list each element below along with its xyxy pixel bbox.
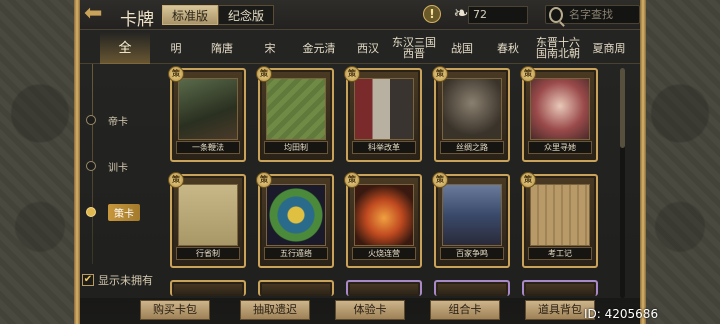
search-input[interactable] bbox=[569, 6, 639, 23]
scrollbar-thumb[interactable] bbox=[620, 68, 625, 148]
tab-standard-edition[interactable]: 标准版 bbox=[162, 5, 219, 25]
trial-card-button[interactable]: 体验卡 bbox=[335, 300, 405, 320]
right-ornament-panel bbox=[640, 0, 720, 324]
card-grid: 策 一条鞭法 策 均田制 策 科举改革 策 丝绸之路 策 众里寻她 策 行省制 bbox=[168, 66, 620, 298]
card-item[interactable] bbox=[346, 280, 422, 296]
card-name: 行省制 bbox=[176, 247, 240, 260]
card-badge-icon: 策 bbox=[520, 172, 536, 188]
search-box[interactable] bbox=[545, 5, 640, 24]
card-item[interactable]: 策 五行遁络 bbox=[256, 172, 334, 268]
category-emperor[interactable]: 帝卡 bbox=[86, 110, 156, 130]
era-tabs: 全 明 隋唐 宋 金元清 西汉 东汉三国 西晋 战国 春秋 东晋十六 国南北朝 … bbox=[80, 32, 640, 64]
card-badge-icon: 策 bbox=[432, 172, 448, 188]
card-name: 众里寻她 bbox=[528, 141, 592, 154]
scrollbar[interactable] bbox=[620, 68, 625, 298]
tab-era-jinyuanqing[interactable]: 金元清 bbox=[294, 32, 344, 64]
tab-era-suitang[interactable]: 隋唐 bbox=[200, 32, 244, 64]
card-name: 火烧连营 bbox=[352, 247, 416, 260]
card-badge-icon: 策 bbox=[520, 66, 536, 82]
card-art bbox=[266, 78, 326, 140]
back-arrow-icon[interactable]: ⬅ bbox=[84, 3, 114, 25]
show-unowned-toggle[interactable]: ✔ 显示未拥有 bbox=[82, 272, 153, 288]
card-name: 均田制 bbox=[264, 141, 328, 154]
tab-era-song[interactable]: 宋 bbox=[254, 32, 286, 64]
card-art bbox=[442, 184, 502, 246]
tab-era-xihan[interactable]: 西汉 bbox=[348, 32, 388, 64]
card-name: 考工记 bbox=[528, 247, 592, 260]
card-art bbox=[442, 78, 502, 140]
category-label: 策卡 bbox=[108, 203, 140, 221]
category-dot bbox=[86, 115, 96, 125]
edition-tabs: 标准版 纪念版 bbox=[162, 5, 275, 25]
checkbox-checked[interactable]: ✔ bbox=[82, 274, 94, 286]
card-name: 丝绸之路 bbox=[440, 141, 504, 154]
search-icon[interactable] bbox=[549, 6, 563, 23]
card-art bbox=[354, 184, 414, 246]
card-art bbox=[178, 184, 238, 246]
right-frame-border bbox=[640, 0, 646, 324]
card-name: 百家争鸣 bbox=[440, 247, 504, 260]
draw-button[interactable]: 抽取遗迟 bbox=[240, 300, 310, 320]
card-item[interactable] bbox=[522, 280, 598, 296]
card-badge-icon: 策 bbox=[432, 66, 448, 82]
tab-commemorative-edition[interactable]: 纪念版 bbox=[218, 5, 275, 25]
category-label: 帝卡 bbox=[108, 116, 128, 128]
card-item[interactable] bbox=[434, 280, 510, 296]
card-art bbox=[266, 184, 326, 246]
card-art bbox=[178, 78, 238, 140]
category-label: 训卡 bbox=[108, 162, 128, 174]
buy-pack-button[interactable]: 购买卡包 bbox=[140, 300, 210, 320]
top-bar: ⬅ 卡牌 标准版 纪念版 ! ❧ 72 bbox=[80, 0, 640, 30]
card-badge-icon: 策 bbox=[344, 66, 360, 82]
bottom-action-bar: 购买卡包 抽取遗迟 体验卡 组合卡 道具背包 bbox=[80, 298, 640, 324]
tab-era-all[interactable]: 全 bbox=[100, 32, 150, 64]
tab-era-ming[interactable]: 明 bbox=[158, 32, 194, 64]
user-id-label: ID: 4205686 bbox=[584, 307, 659, 321]
tab-era-xiashangzhou[interactable]: 夏商周 bbox=[586, 32, 632, 64]
card-item[interactable]: 策 科举改革 bbox=[344, 66, 422, 162]
card-item[interactable]: 策 百家争鸣 bbox=[432, 172, 510, 268]
tab-era-donghan[interactable]: 东汉三国 西晋 bbox=[390, 32, 438, 64]
card-badge-icon: 策 bbox=[168, 66, 184, 82]
card-badge-icon: 策 bbox=[168, 172, 184, 188]
page-title: 卡牌 bbox=[120, 10, 154, 30]
card-item[interactable]: 策 均田制 bbox=[256, 66, 334, 162]
tab-era-zhanguo[interactable]: 战国 bbox=[442, 32, 482, 64]
card-art bbox=[530, 184, 590, 246]
combo-card-button[interactable]: 组合卡 bbox=[430, 300, 500, 320]
card-item[interactable]: 策 众里寻她 bbox=[520, 66, 598, 162]
card-name: 一条鞭法 bbox=[176, 141, 240, 154]
card-art bbox=[354, 78, 414, 140]
tab-era-dongjin[interactable]: 东晋十六 国南北朝 bbox=[532, 32, 584, 64]
card-badge-icon: 策 bbox=[256, 172, 272, 188]
card-badge-icon: 策 bbox=[256, 66, 272, 82]
warning-icon[interactable]: ! bbox=[423, 5, 441, 23]
category-list: 帝卡 训卡 策卡 ✔ 显示未拥有 bbox=[80, 64, 160, 324]
card-item[interactable]: 策 一条鞭法 bbox=[168, 66, 246, 162]
card-item[interactable]: 策 火烧连营 bbox=[344, 172, 422, 268]
tab-era-chunqiu[interactable]: 春秋 bbox=[488, 32, 528, 64]
category-training[interactable]: 训卡 bbox=[86, 156, 156, 176]
card-art bbox=[530, 78, 590, 140]
main-panel: ⬅ 卡牌 标准版 纪念版 ! ❧ 72 全 明 隋唐 宋 金元清 西汉 东汉三国… bbox=[80, 0, 640, 324]
category-dot bbox=[86, 207, 96, 217]
card-name: 五行遁络 bbox=[264, 247, 328, 260]
card-name: 科举改革 bbox=[352, 141, 416, 154]
card-count: 72 bbox=[468, 6, 528, 24]
card-item[interactable] bbox=[170, 280, 246, 296]
card-item[interactable]: 策 行省制 bbox=[168, 172, 246, 268]
left-ornament-panel bbox=[0, 0, 80, 324]
card-item[interactable]: 策 考工记 bbox=[520, 172, 598, 268]
card-item[interactable] bbox=[258, 280, 334, 296]
category-strategy[interactable]: 策卡 bbox=[86, 202, 156, 222]
show-unowned-label: 显示未拥有 bbox=[98, 274, 153, 287]
card-item[interactable]: 策 丝绸之路 bbox=[432, 66, 510, 162]
category-dot bbox=[86, 161, 96, 171]
card-badge-icon: 策 bbox=[344, 172, 360, 188]
